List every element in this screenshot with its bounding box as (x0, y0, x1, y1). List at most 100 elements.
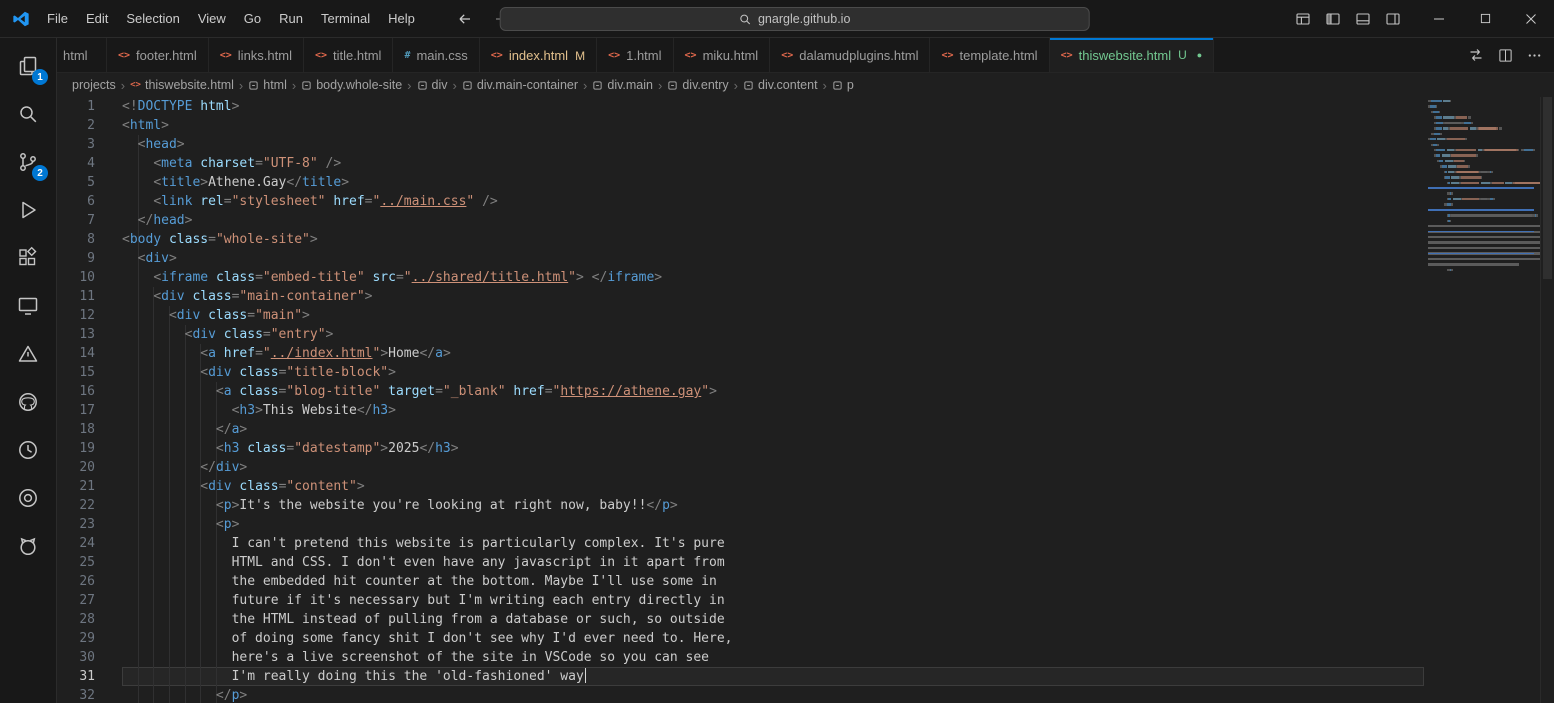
code-line-24[interactable]: I can't pretend this website is particul… (122, 534, 1428, 553)
tab-dalamudplugins.html[interactable]: <>dalamudplugins.html (770, 38, 930, 72)
vertical-scrollbar[interactable] (1540, 97, 1554, 703)
line-number[interactable]: 11 (57, 287, 95, 306)
activity-item-github[interactable] (4, 378, 52, 426)
code-line-15[interactable]: <div class="title-block"> (122, 363, 1428, 382)
split-editor-icon[interactable] (1498, 48, 1513, 63)
line-number[interactable]: 10 (57, 268, 95, 287)
line-number[interactable]: 31 (57, 667, 95, 686)
tab-thiswebsite.html[interactable]: <>thiswebsite.htmlU● (1050, 38, 1215, 72)
toggle-primary-sidebar-icon[interactable] (1318, 6, 1348, 32)
code-line-7[interactable]: </head> (122, 211, 1428, 230)
code-line-19[interactable]: <h3 class="datestamp">2025</h3> (122, 439, 1428, 458)
line-number[interactable]: 20 (57, 458, 95, 477)
code-line-30[interactable]: here's a live screenshot of the site in … (122, 648, 1428, 667)
line-number[interactable]: 3 (57, 135, 95, 154)
code-line-8[interactable]: <body class="whole-site"> (122, 230, 1428, 249)
code-line-20[interactable]: </div> (122, 458, 1428, 477)
line-number[interactable]: 28 (57, 610, 95, 629)
line-number[interactable]: 1 (57, 97, 95, 116)
menu-view[interactable]: View (189, 7, 235, 31)
activity-item-explorer[interactable]: 1 (4, 42, 52, 90)
menu-file[interactable]: File (38, 7, 77, 31)
line-number[interactable]: 19 (57, 439, 95, 458)
breadcrumb-item-div[interactable]: div (416, 78, 449, 92)
code-line-1[interactable]: <!DOCTYPE html> (122, 97, 1428, 116)
line-number[interactable]: 32 (57, 686, 95, 703)
tab-links.html[interactable]: <>links.html (209, 38, 304, 72)
line-number[interactable]: 23 (57, 515, 95, 534)
code-line-23[interactable]: <p> (122, 515, 1428, 534)
toggle-panel-icon[interactable] (1348, 6, 1378, 32)
menu-help[interactable]: Help (379, 7, 424, 31)
activity-item-circle-extension[interactable] (4, 474, 52, 522)
dirty-indicator[interactable]: ● (1197, 50, 1202, 60)
customize-layout-icon[interactable] (1288, 6, 1318, 32)
code-line-13[interactable]: <div class="entry"> (122, 325, 1428, 344)
breadcrumb-item-body.whole-site[interactable]: body.whole-site (300, 78, 403, 92)
code-line-27[interactable]: future if it's necessary but I'm writing… (122, 591, 1428, 610)
code-line-26[interactable]: the embedded hit counter at the bottom. … (122, 572, 1428, 591)
code-line-9[interactable]: <div> (122, 249, 1428, 268)
activity-item-pets-extension[interactable] (4, 522, 52, 570)
tab-title.html[interactable]: <>title.html (304, 38, 393, 72)
code-line-10[interactable]: <iframe class="embed-title" src="../shar… (122, 268, 1428, 287)
activity-item-source-control[interactable]: 2 (4, 138, 52, 186)
code-line-21[interactable]: <div class="content"> (122, 477, 1428, 496)
line-number[interactable]: 8 (57, 230, 95, 249)
line-number[interactable]: 30 (57, 648, 95, 667)
code-line-17[interactable]: <h3>This Website</h3> (122, 401, 1428, 420)
code-line-5[interactable]: <title>Athene.Gay</title> (122, 173, 1428, 192)
toggle-secondary-sidebar-icon[interactable] (1378, 6, 1408, 32)
code-line-12[interactable]: <div class="main"> (122, 306, 1428, 325)
breadcrumb-item-projects[interactable]: projects (71, 78, 117, 92)
tab-main.css[interactable]: #main.css (393, 38, 479, 72)
activity-item-extensions[interactable] (4, 234, 52, 282)
breadcrumb-item-thiswebsite.html[interactable]: <>thiswebsite.html (129, 78, 235, 92)
breadcrumb-item-div.content[interactable]: div.content (742, 78, 819, 92)
line-number[interactable]: 12 (57, 306, 95, 325)
line-number[interactable]: 27 (57, 591, 95, 610)
line-number[interactable]: 25 (57, 553, 95, 572)
menu-run[interactable]: Run (270, 7, 312, 31)
line-number[interactable]: 4 (57, 154, 95, 173)
code-line-28[interactable]: the HTML instead of pulling from a datab… (122, 610, 1428, 629)
code-line-31[interactable]: I'm really doing this the 'old-fashioned… (122, 667, 1428, 686)
code-line-32[interactable]: </p> (122, 686, 1428, 703)
line-number[interactable]: 21 (57, 477, 95, 496)
scrollbar-thumb[interactable] (1543, 97, 1552, 279)
open-changes-icon[interactable] (1468, 47, 1484, 63)
line-number[interactable]: 15 (57, 363, 95, 382)
line-number[interactable]: 22 (57, 496, 95, 515)
line-number[interactable]: 2 (57, 116, 95, 135)
menu-edit[interactable]: Edit (77, 7, 117, 31)
menu-go[interactable]: Go (235, 7, 270, 31)
line-number[interactable]: 7 (57, 211, 95, 230)
minimize-button[interactable] (1416, 0, 1462, 38)
activity-item-run-debug[interactable] (4, 186, 52, 234)
code-area[interactable]: <!DOCTYPE html><html> <head> <meta chars… (122, 97, 1428, 703)
line-number[interactable]: 13 (57, 325, 95, 344)
activity-item-triangle-extension[interactable] (4, 330, 52, 378)
tab-1.html[interactable]: <>1.html (597, 38, 673, 72)
line-number[interactable]: 29 (57, 629, 95, 648)
line-number[interactable]: 18 (57, 420, 95, 439)
line-number[interactable]: 6 (57, 192, 95, 211)
code-line-11[interactable]: <div class="main-container"> (122, 287, 1428, 306)
code-line-29[interactable]: of doing some fancy shit I don't see why… (122, 629, 1428, 648)
code-line-4[interactable]: <meta charset="UTF-8" /> (122, 154, 1428, 173)
breadcrumb-item-div.main-container[interactable]: div.main-container (461, 78, 579, 92)
command-center-search[interactable]: gnargle.github.io (500, 7, 1090, 31)
line-number[interactable]: 26 (57, 572, 95, 591)
code-line-16[interactable]: <a class="blog-title" target="_blank" hr… (122, 382, 1428, 401)
code-line-22[interactable]: <p>It's the website you're looking at ri… (122, 496, 1428, 515)
line-number[interactable]: 17 (57, 401, 95, 420)
breadcrumb-item-p[interactable]: p (831, 78, 855, 92)
tab-template.html[interactable]: <>template.html (930, 38, 1049, 72)
activity-item-clock-extension[interactable] (4, 426, 52, 474)
code-line-18[interactable]: </a> (122, 420, 1428, 439)
breadcrumb-item-div.entry[interactable]: div.entry (666, 78, 729, 92)
minimap[interactable] (1428, 97, 1540, 703)
menu-terminal[interactable]: Terminal (312, 7, 379, 31)
back-arrow-icon[interactable] (454, 8, 476, 30)
tab-footer.html[interactable]: <>footer.html (107, 38, 209, 72)
